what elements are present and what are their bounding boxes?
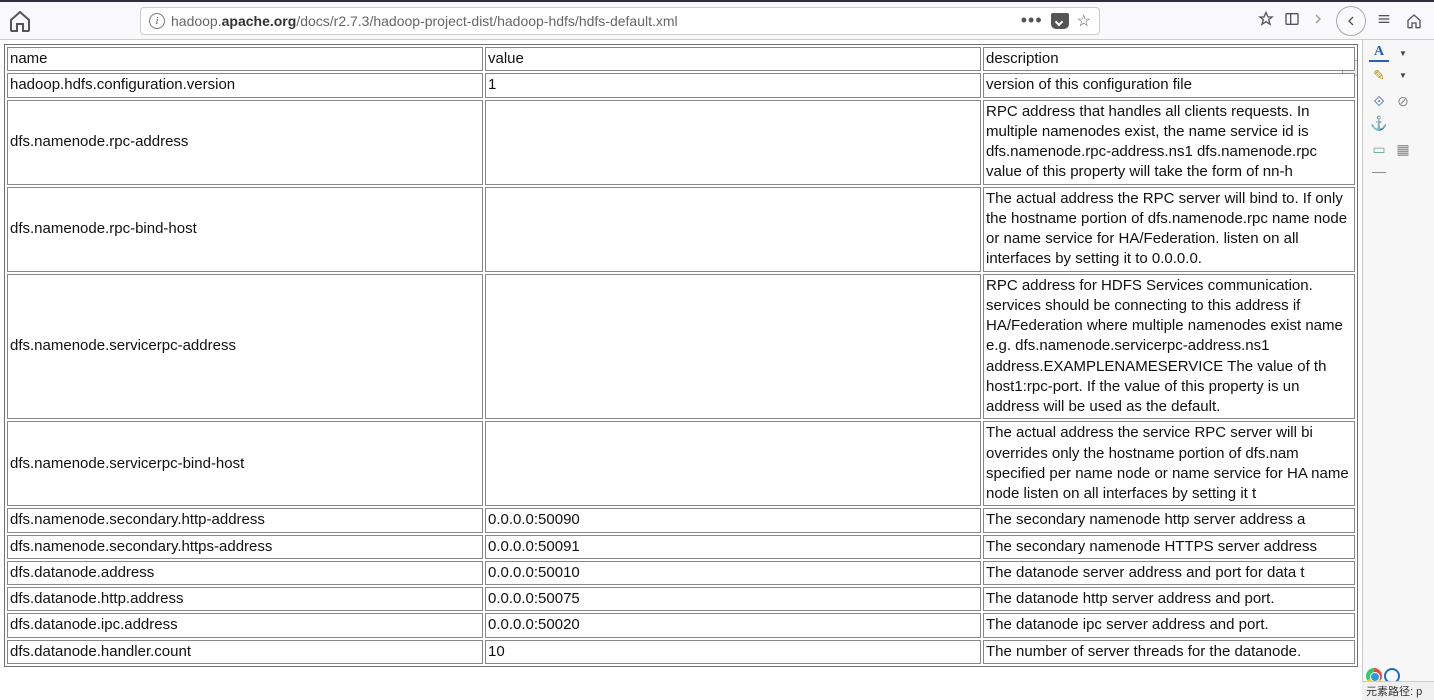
pin-icon[interactable] xyxy=(1258,11,1274,31)
cell-value: 0.0.0.0:50010 xyxy=(485,561,981,585)
cell-name: dfs.datanode.address xyxy=(7,561,483,585)
table-row: dfs.namenode.secondary.https-address0.0.… xyxy=(7,535,1355,559)
status-bar: 元素路径: p xyxy=(1362,681,1434,700)
cell-description: The actual address the RPC server will b… xyxy=(983,187,1355,272)
bookmark-star-icon[interactable]: ☆ xyxy=(1077,11,1091,31)
column-header-name: name xyxy=(7,47,483,71)
editor-sidebar: A ▼ ✎ ▼ ⟐ ⊘ ⚓ ▭ ▦ — 元素路径: p xyxy=(1362,40,1434,700)
table-row: dfs.namenode.secondary.http-address0.0.0… xyxy=(7,508,1355,532)
cell-name: dfs.namenode.secondary.http-address xyxy=(7,508,483,532)
table-row: dfs.datanode.http.address0.0.0.0:50075Th… xyxy=(7,587,1355,611)
cell-name: dfs.datanode.ipc.address xyxy=(7,613,483,637)
cell-description: version of this configuration file xyxy=(983,73,1355,97)
column-header-description: description xyxy=(983,47,1355,71)
home-icon[interactable] xyxy=(8,9,32,33)
more-icon[interactable]: ••• xyxy=(1021,10,1043,31)
cell-name: dfs.namenode.servicerpc-bind-host xyxy=(7,421,483,506)
cell-name: dfs.datanode.http.address xyxy=(7,587,483,611)
url-bar[interactable]: i hadoop.apache.org/docs/r2.7.3/hadoop-p… xyxy=(140,7,1100,35)
cell-value: 0.0.0.0:50075 xyxy=(485,587,981,611)
dropdown-arrow-icon[interactable]: ▼ xyxy=(1393,66,1413,84)
cell-value: 1 xyxy=(485,73,981,97)
chrome-right-controls xyxy=(1258,6,1426,36)
cell-name: dfs.namenode.rpc-address xyxy=(7,100,483,185)
cell-description: The secondary namenode HTTPS server addr… xyxy=(983,535,1355,559)
sidebar-toggle-icon[interactable] xyxy=(1284,11,1300,31)
table-row: dfs.namenode.rpc-address RPC address that… xyxy=(7,100,1355,185)
column-header-value: value xyxy=(485,47,981,71)
cell-description: The number of server threads for the dat… xyxy=(983,640,1355,664)
home-icon-right[interactable] xyxy=(1402,9,1426,33)
cell-description: The datanode server address and port for… xyxy=(983,561,1355,585)
table-icon[interactable]: ▦ xyxy=(1393,140,1413,158)
cell-value: 0.0.0.0:50090 xyxy=(485,508,981,532)
cell-name: dfs.namenode.servicerpc-address xyxy=(7,274,483,420)
cell-value xyxy=(485,274,981,420)
cell-name: dfs.datanode.handler.count xyxy=(7,640,483,664)
table-row: dfs.datanode.ipc.address0.0.0.0:50020The… xyxy=(7,613,1355,637)
cell-description: The datanode ipc server address and port… xyxy=(983,613,1355,637)
image-icon[interactable]: ▭ xyxy=(1369,140,1389,158)
cell-value xyxy=(485,100,981,185)
cell-description: RPC address for HDFS Services communicat… xyxy=(983,274,1355,420)
table-row: dfs.namenode.servicerpc-bind-host The act… xyxy=(7,421,1355,506)
url-text: hadoop.apache.org/docs/r2.7.3/hadoop-pro… xyxy=(171,13,1015,29)
table-row: dfs.namenode.servicerpc-address RPC addre… xyxy=(7,274,1355,420)
cell-description: RPC address that handles all clients req… xyxy=(983,100,1355,185)
cell-value xyxy=(485,421,981,506)
cell-name: dfs.namenode.secondary.https-address xyxy=(7,535,483,559)
cell-value: 0.0.0.0:50020 xyxy=(485,613,981,637)
anchor-icon[interactable]: ⚓ xyxy=(1369,114,1389,132)
cell-value: 0.0.0.0:50091 xyxy=(485,535,981,559)
cell-description: The actual address the service RPC serve… xyxy=(983,421,1355,506)
dropdown-arrow-icon[interactable]: ▼ xyxy=(1393,44,1413,62)
table-row: dfs.datanode.address0.0.0.0:50010The dat… xyxy=(7,561,1355,585)
browser-toolbar: i hadoop.apache.org/docs/r2.7.3/hadoop-p… xyxy=(0,0,1434,40)
cell-value xyxy=(485,187,981,272)
pocket-icon[interactable] xyxy=(1051,13,1069,29)
table-row: dfs.namenode.rpc-bind-host The actual add… xyxy=(7,187,1355,272)
link-icon[interactable]: ⟐ xyxy=(1369,92,1389,110)
cell-value: 10 xyxy=(485,640,981,664)
info-icon[interactable]: i xyxy=(149,13,165,29)
highlight-icon[interactable]: ✎ xyxy=(1369,66,1389,84)
table-row: hadoop.hdfs.configuration.version1versio… xyxy=(7,73,1355,97)
menu-icon[interactable] xyxy=(1376,11,1392,31)
font-color-icon[interactable]: A xyxy=(1369,44,1389,62)
url-actions: ••• ☆ xyxy=(1021,10,1091,31)
page-content: namevaluedescriptionhadoop.hdfs.configur… xyxy=(0,40,1362,700)
unlink-icon[interactable]: ⊘ xyxy=(1393,92,1413,110)
back-button[interactable] xyxy=(1336,6,1366,36)
config-table: namevaluedescriptionhadoop.hdfs.configur… xyxy=(4,44,1358,667)
hr-icon[interactable]: — xyxy=(1369,162,1389,180)
forward-icon[interactable] xyxy=(1310,11,1326,31)
cell-description: The secondary namenode http server addre… xyxy=(983,508,1355,532)
table-row: dfs.datanode.handler.count10The number o… xyxy=(7,640,1355,664)
cell-description: The datanode http server address and por… xyxy=(983,587,1355,611)
cell-name: dfs.namenode.rpc-bind-host xyxy=(7,187,483,272)
cell-name: hadoop.hdfs.configuration.version xyxy=(7,73,483,97)
